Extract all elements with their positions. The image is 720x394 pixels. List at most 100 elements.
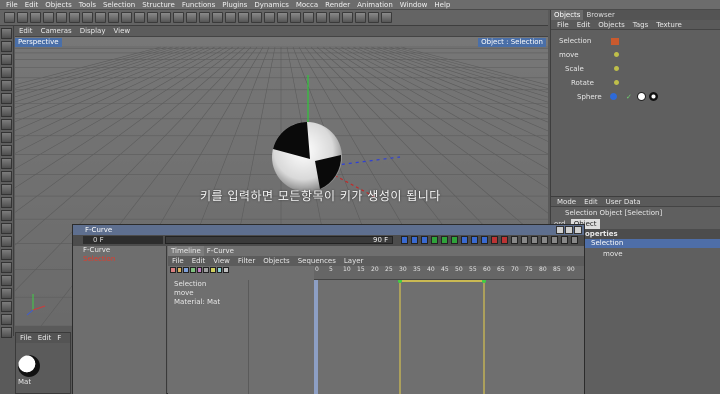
toolbar-tool-icon[interactable] [316,12,327,23]
toolbar-tool-icon[interactable] [95,12,106,23]
toolbar-tool-icon[interactable] [212,12,223,23]
menu-render[interactable]: Render [325,1,350,9]
transport-button[interactable] [541,236,548,244]
toolbar-tool-icon[interactable] [17,12,28,23]
fcurve-graph[interactable] [314,280,584,394]
timeline-menu-item[interactable]: Layer [344,257,364,265]
left-tool-icon[interactable] [1,132,12,143]
viewport-menu-edit[interactable]: Edit [19,27,33,35]
toolbar-tool-icon[interactable] [69,12,80,23]
toolbar-tool-icon[interactable] [186,12,197,23]
left-tool-icon[interactable] [1,236,12,247]
material-menu-item[interactable]: Edit [38,333,52,343]
object-row-selection[interactable]: Selection [559,36,591,46]
menu-edit[interactable]: Edit [25,1,39,9]
timeline-menu-item[interactable]: Objects [263,257,289,265]
visibility-dot-icon[interactable] [614,52,619,57]
attributes-menu-item[interactable]: User Data [606,197,641,206]
viewport-menu-cameras[interactable]: Cameras [41,27,72,35]
toolbar-tool-icon[interactable] [121,12,132,23]
left-tool-icon[interactable] [1,145,12,156]
left-tool-icon[interactable] [1,288,12,299]
transport-button[interactable] [401,236,408,244]
toolbar-tool-icon[interactable] [56,12,67,23]
toolbar-tool-icon[interactable] [134,12,145,23]
left-tool-icon[interactable] [1,67,12,78]
menu-help[interactable]: Help [434,1,450,9]
current-frame-field[interactable]: 0 F [83,236,163,244]
timeline-row-selection[interactable]: Selection [174,280,206,289]
transport-button[interactable] [481,236,488,244]
visibility-dot-icon[interactable] [614,80,619,85]
toolbar-tool-icon[interactable] [225,12,236,23]
transport-button[interactable] [431,236,438,244]
toolbar-tool-icon[interactable] [329,12,340,23]
toolbar-tool-icon[interactable] [173,12,184,23]
toolbar-tool-icon[interactable] [43,12,54,23]
selection-tag-icon[interactable] [611,38,619,45]
tab-browser[interactable]: Browser [583,10,617,20]
left-tool-icon[interactable] [1,41,12,52]
menu-structure[interactable]: Structure [142,1,175,9]
timeline-slider[interactable] [165,236,393,244]
close-button[interactable] [574,226,582,234]
objects-menu-file[interactable]: File [557,20,569,29]
transport-button[interactable] [461,236,468,244]
texture-tag-icon[interactable] [637,92,646,101]
toolbar-tool-icon[interactable] [303,12,314,23]
object-row-sphere[interactable]: Sphere [577,92,602,102]
transport-button[interactable] [561,236,568,244]
transport-button[interactable] [551,236,558,244]
menu-selection[interactable]: Selection [103,1,135,9]
toolbar-tool-icon[interactable] [199,12,210,23]
viewport-label-perspective[interactable]: Perspective [15,38,62,47]
visibility-dot-icon[interactable] [614,66,619,71]
object-row-rotate[interactable]: Rotate [571,78,594,88]
left-tool-icon[interactable] [1,314,12,325]
menu-objects[interactable]: Objects [45,1,71,9]
minimize-button[interactable] [556,226,564,234]
transport-button[interactable] [491,236,498,244]
left-tool-icon[interactable] [1,93,12,104]
left-tool-icon[interactable] [1,249,12,260]
toolbar-tool-icon[interactable] [290,12,301,23]
viewport-menu-view[interactable]: View [114,27,131,35]
toolbar-tool-icon[interactable] [4,12,15,23]
left-tool-icon[interactable] [1,119,12,130]
left-tool-icon[interactable] [1,184,12,195]
transport-button[interactable] [411,236,418,244]
left-tool-icon[interactable] [1,54,12,65]
menu-animation[interactable]: Animation [357,1,393,9]
timeline-row-material[interactable]: Material: Mat [174,298,220,307]
left-tool-icon[interactable] [1,80,12,91]
left-tool-icon[interactable] [1,210,12,221]
material-menu-item[interactable]: F [57,333,61,343]
toolbar-tool-icon[interactable] [251,12,262,23]
sphere-object[interactable] [272,122,342,192]
left-tool-icon[interactable] [1,197,12,208]
timeline-row-move[interactable]: move [174,289,194,298]
transport-button[interactable] [511,236,518,244]
objects-menu-texture[interactable]: Texture [656,20,682,29]
left-tool-icon[interactable] [1,158,12,169]
left-tool-icon[interactable] [1,171,12,182]
toolbar-tool-icon[interactable] [381,12,392,23]
transport-button[interactable] [421,236,428,244]
left-tool-icon[interactable] [1,28,12,39]
frame-ruler[interactable]: 0 5 10 15 20 25 30 35 40 45 50 55 60 65 70 75 80 85 90 [314,266,584,280]
toolbar-tool-icon[interactable] [264,12,275,23]
menu-window[interactable]: Window [400,1,428,9]
timeline-menu-item[interactable]: Edit [192,257,206,265]
transport-button[interactable] [501,236,508,244]
toolbar-tool-icon[interactable] [108,12,119,23]
menu-functions[interactable]: Functions [182,1,215,9]
objects-menu-edit[interactable]: Edit [577,20,591,29]
toolbar-tool-icon[interactable] [238,12,249,23]
toolbar-tool-icon[interactable] [82,12,93,23]
menu-tools[interactable]: Tools [79,1,96,9]
checkmark-icon[interactable]: ✓ [626,93,632,101]
transport-button[interactable] [441,236,448,244]
maximize-button[interactable] [565,226,573,234]
timeline-menu-item[interactable]: Filter [238,257,255,265]
timeline-menu-item[interactable]: Sequences [298,257,336,265]
